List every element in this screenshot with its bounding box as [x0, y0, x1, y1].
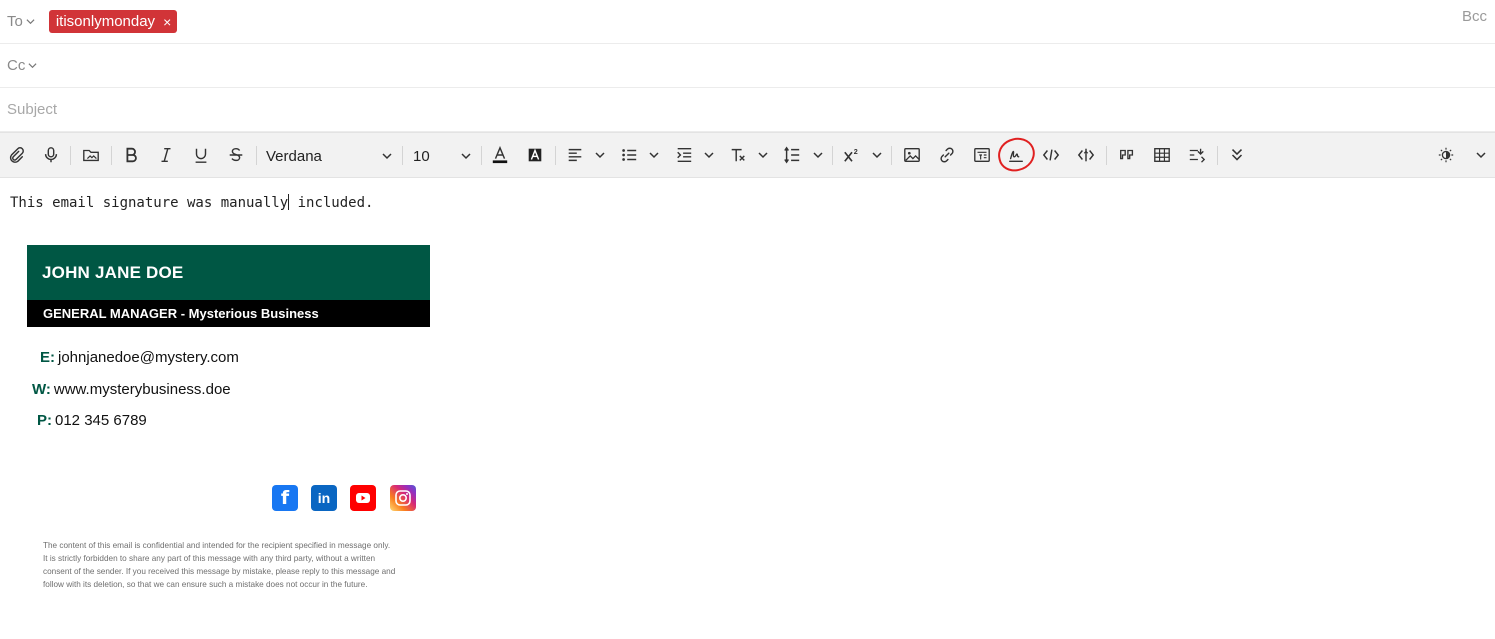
- facebook-icon[interactable]: f: [272, 485, 298, 511]
- signature-email[interactable]: johnjanedoe@mystery.com: [58, 349, 239, 366]
- toolbar-divider: [70, 146, 71, 165]
- email-body-editor[interactable]: This email signature was manually includ…: [0, 178, 1495, 639]
- bold-icon[interactable]: [121, 145, 141, 165]
- signature-website[interactable]: www.mysterybusiness.doe: [54, 381, 231, 398]
- toolbar-divider: [256, 146, 257, 165]
- font-family-value: Verdana: [266, 147, 322, 165]
- toolbar-divider: [1106, 146, 1107, 165]
- toolbar-divider: [111, 146, 112, 165]
- chevron-down-icon: [461, 153, 471, 160]
- indent-dropdown-chevron-icon[interactable]: [703, 148, 715, 162]
- chevron-down-icon: [28, 63, 37, 69]
- toolbar-divider: [555, 146, 556, 165]
- theme-dropdown-chevron-icon[interactable]: [1475, 148, 1487, 162]
- signature-icon[interactable]: [1006, 145, 1026, 165]
- recipient-chip-label: itisonlymonday: [55, 13, 156, 30]
- html-icon[interactable]: [1076, 145, 1096, 165]
- subject-input[interactable]: [0, 101, 1495, 118]
- youtube-icon[interactable]: [350, 485, 376, 511]
- highlight-color-icon[interactable]: [525, 145, 545, 165]
- web-label: W:: [32, 381, 51, 398]
- subject-row: [0, 88, 1495, 132]
- superscript-dropdown-chevron-icon[interactable]: [871, 148, 883, 162]
- toolbar-divider: [402, 146, 403, 165]
- font-color-icon[interactable]: [490, 145, 510, 165]
- list-dropdown-chevron-icon[interactable]: [648, 148, 660, 162]
- chevron-down-icon: [26, 19, 35, 25]
- toolbar-divider: [481, 146, 482, 165]
- bullet-list-icon[interactable]: [619, 145, 639, 165]
- signature-phone-line: P: 012 345 6789: [37, 412, 147, 429]
- line-spacing-icon[interactable]: [782, 145, 802, 165]
- microphone-icon[interactable]: [41, 145, 61, 165]
- underline-icon[interactable]: [191, 145, 211, 165]
- signature-title: GENERAL MANAGER - Mysterious Business: [27, 300, 430, 327]
- disclaimer-line: It is strictly forbidden to share any pa…: [43, 554, 376, 563]
- line-spacing-dropdown-chevron-icon[interactable]: [812, 148, 824, 162]
- body-text-part: This email signature was manually: [10, 195, 289, 211]
- email-label: E:: [40, 349, 55, 366]
- signature-phone: 012 345 6789: [55, 412, 147, 429]
- toolbar-divider: [832, 146, 833, 165]
- more-icon[interactable]: [1227, 145, 1247, 165]
- font-family-select[interactable]: Verdana: [266, 143, 392, 169]
- to-field-toggle[interactable]: To: [0, 13, 35, 30]
- toolbar-divider: [891, 146, 892, 165]
- italic-icon[interactable]: [156, 145, 176, 165]
- remove-recipient-icon[interactable]: ×: [163, 15, 171, 29]
- text-direction-icon[interactable]: [1187, 145, 1207, 165]
- instagram-icon[interactable]: [390, 485, 416, 511]
- signature-name: JOHN JANE DOE: [27, 245, 430, 300]
- cc-label: Cc: [7, 57, 26, 74]
- to-label: To: [7, 13, 23, 30]
- signature-disclaimer: The content of this email is confidentia…: [43, 539, 423, 591]
- svg-text:2: 2: [854, 147, 858, 156]
- code-icon[interactable]: [1041, 145, 1061, 165]
- align-dropdown-chevron-icon[interactable]: [594, 148, 606, 162]
- signature-web-line: W: www.mysterybusiness.doe: [32, 381, 231, 398]
- disclaimer-line: follow with its deletion, so that we can…: [43, 580, 368, 589]
- superscript-icon[interactable]: 2: [842, 145, 862, 165]
- bcc-button[interactable]: Bcc: [1462, 8, 1487, 25]
- formatting-toolbar: Verdana 10 2: [0, 132, 1495, 178]
- image-icon[interactable]: [902, 145, 922, 165]
- indent-icon[interactable]: [674, 145, 694, 165]
- disclaimer-line: consent of the sender. If you received t…: [43, 567, 396, 576]
- strikethrough-icon[interactable]: [226, 145, 246, 165]
- disclaimer-line: The content of this email is confidentia…: [43, 541, 391, 550]
- toolbar-divider: [1217, 146, 1218, 165]
- template-icon[interactable]: [972, 145, 992, 165]
- theme-icon[interactable]: [1436, 145, 1456, 165]
- recipient-chip[interactable]: itisonlymonday ×: [48, 10, 178, 33]
- body-text-part: included.: [289, 195, 374, 211]
- paperclip-icon[interactable]: [6, 145, 26, 165]
- chevron-down-icon: [382, 153, 392, 160]
- clear-format-icon[interactable]: [728, 145, 748, 165]
- cc-field-toggle[interactable]: Cc: [0, 57, 37, 74]
- font-size-select[interactable]: 10: [413, 143, 471, 169]
- font-size-value: 10: [413, 147, 430, 165]
- to-row: To itisonlymonday × Bcc: [0, 0, 1495, 44]
- linkedin-icon[interactable]: in: [311, 485, 337, 511]
- align-icon[interactable]: [565, 145, 585, 165]
- link-icon[interactable]: [937, 145, 957, 165]
- body-text: This email signature was manually includ…: [10, 194, 373, 211]
- cc-row: Cc: [0, 44, 1495, 88]
- signature-email-line: E: johnjanedoe@mystery.com: [40, 349, 239, 366]
- quote-icon[interactable]: [1117, 145, 1137, 165]
- insert-image-folder-icon[interactable]: [81, 145, 101, 165]
- clear-format-dropdown-chevron-icon[interactable]: [757, 148, 769, 162]
- phone-label: P:: [37, 412, 52, 429]
- table-icon[interactable]: [1152, 145, 1172, 165]
